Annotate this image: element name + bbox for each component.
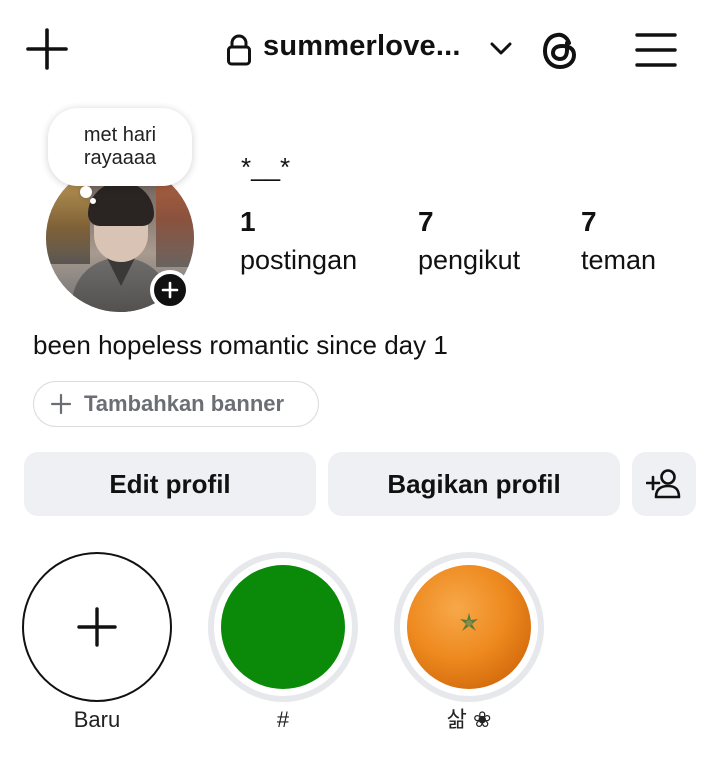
note-bubble[interactable]: met hari rayaaaa — [48, 108, 192, 186]
add-story-button[interactable] — [150, 270, 190, 310]
plus-icon — [50, 393, 72, 415]
discover-people-button[interactable] — [632, 452, 696, 516]
account-switcher-username[interactable]: summerlove... — [263, 30, 461, 63]
highlight-cover-image — [221, 565, 345, 689]
friends-stat[interactable]: 7 teman — [581, 204, 656, 280]
profile-bio: been hopeless romantic since day 1 — [33, 330, 448, 360]
note-bubble-tail-small — [90, 198, 96, 204]
threads-icon[interactable] — [536, 26, 584, 74]
highlight-new[interactable]: Baru — [22, 552, 172, 734]
share-profile-button[interactable]: Bagikan profil — [328, 452, 620, 516]
friends-label: teman — [581, 245, 657, 275]
menu-icon[interactable] — [634, 30, 678, 70]
posts-count: 1 — [240, 206, 256, 237]
highlight-cover[interactable] — [394, 552, 544, 702]
create-button[interactable] — [24, 26, 70, 72]
profile-avatar-container[interactable] — [46, 164, 194, 314]
edit-profile-button[interactable]: Edit profil — [24, 452, 316, 516]
followers-label: pengikut — [418, 245, 521, 275]
highlight-item[interactable]: # — [208, 552, 358, 734]
chevron-down-icon[interactable] — [488, 38, 514, 60]
posts-label: postingan — [240, 245, 358, 275]
plus-icon — [77, 607, 117, 647]
add-banner-label: Tambahkan banner — [84, 391, 285, 416]
highlight-label: Baru — [73, 707, 121, 732]
orange-stem-icon — [460, 613, 478, 631]
posts-stat[interactable]: 1 postingan — [240, 204, 357, 280]
friends-count: 7 — [581, 206, 597, 237]
note-text: met hari rayaaaa — [83, 124, 157, 169]
plus-icon — [26, 28, 68, 70]
followers-count: 7 — [418, 206, 434, 237]
followers-stat[interactable]: 7 pengikut — [418, 204, 520, 280]
highlight-label: # — [276, 707, 290, 732]
highlight-cover-image — [407, 565, 531, 689]
highlight-label: 삶 ❀ — [446, 707, 492, 732]
add-person-icon — [646, 469, 681, 499]
lock-icon — [226, 34, 252, 66]
new-highlight-button[interactable] — [22, 552, 172, 702]
plus-icon — [161, 281, 179, 299]
display-name: *__* — [241, 152, 291, 182]
highlight-cover[interactable] — [208, 552, 358, 702]
note-bubble-tail — [80, 186, 92, 198]
highlight-item[interactable]: 삶 ❀ — [394, 552, 544, 734]
add-banner-button[interactable]: Tambahkan banner — [33, 381, 319, 427]
